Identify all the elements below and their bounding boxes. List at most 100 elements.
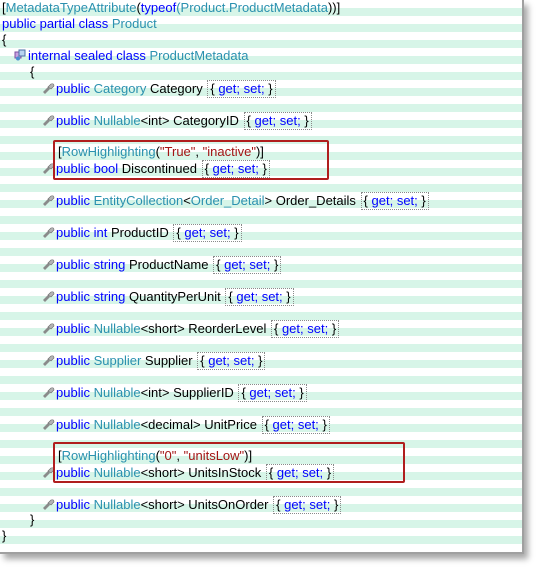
set-accessor: set; — [233, 353, 255, 368]
brace-close: } — [334, 497, 339, 512]
property-type: Nullable — [93, 321, 141, 336]
get-accessor: get; — [208, 353, 230, 368]
generic-open: < — [183, 193, 191, 208]
brace-open: { — [176, 225, 181, 240]
generic-type: Order_Detail — [190, 193, 265, 208]
accessor-block[interactable]: { get; set; } — [360, 192, 429, 210]
property-name: UnitPrice — [204, 417, 257, 432]
get-accessor: get; — [254, 113, 277, 128]
public-keyword: public — [56, 193, 90, 208]
set-accessor: set; — [297, 417, 319, 432]
property-name: SupplierID — [173, 385, 234, 400]
set-accessor: set; — [396, 193, 418, 208]
property-name: UnitsOnOrder — [188, 497, 269, 512]
set-accessor: set; — [249, 257, 271, 272]
class-declaration-line: public partial class Product — [2, 16, 157, 32]
accessor-block[interactable]: { get; set; } — [238, 384, 307, 402]
brace-open: { — [200, 353, 205, 368]
property-type: int — [93, 225, 108, 240]
property-type: Nullable — [93, 385, 141, 400]
inner-close-brace-line: } — [30, 512, 34, 528]
attribute-arg: (Product.ProductMetadata — [176, 0, 328, 15]
public-keyword: public — [56, 257, 90, 272]
class-keyword: class — [78, 16, 109, 31]
property-line: public Nullable<int> SupplierID { get; s… — [42, 384, 308, 402]
public-keyword: public — [56, 225, 90, 240]
public-keyword: public — [56, 321, 90, 336]
get-accessor: get; — [249, 385, 272, 400]
brace-close: } — [322, 417, 327, 432]
brace-open: { — [246, 113, 251, 128]
property-name: Category — [149, 81, 203, 96]
set-accessor: set; — [261, 289, 283, 304]
public-keyword: public — [56, 497, 90, 512]
get-accessor: get; — [281, 321, 304, 336]
code-editor[interactable]: [MetadataTypeAttribute(typeof(Product.Pr… — [0, 0, 524, 554]
brace-open: { — [276, 497, 281, 512]
generic-arg: <short> — [140, 321, 185, 336]
property-wrench-icon — [42, 82, 55, 94]
get-accessor: get; — [272, 417, 295, 432]
accessor-block[interactable]: { get; set; } — [173, 224, 242, 242]
internal-keyword: internal — [28, 48, 71, 63]
public-keyword: public — [2, 16, 36, 31]
property-wrench-icon — [42, 386, 55, 398]
property-wrench-icon — [42, 418, 55, 430]
property-line: public string QuantityPerUnit { get; set… — [42, 288, 295, 306]
set-accessor: set; — [279, 113, 301, 128]
open-brace: { — [2, 32, 7, 47]
accessor-block[interactable]: { get; set; } — [270, 320, 340, 338]
property-name: CategoryID — [173, 113, 239, 128]
brace-open: { — [264, 417, 269, 432]
public-keyword: public — [56, 417, 90, 432]
inner-open-brace: { — [30, 64, 35, 79]
inner-class-declaration-line: internal sealed class ProductMetadata — [14, 48, 248, 64]
generic-arg: <int> — [140, 385, 170, 400]
accessor-block[interactable]: { get; set; } — [243, 112, 312, 130]
set-accessor: set; — [243, 81, 265, 96]
brace-close: } — [234, 225, 239, 240]
brace-open: { — [210, 81, 215, 96]
accessor-block[interactable]: { get; set; } — [261, 416, 330, 434]
generic-arg: <short> — [140, 497, 185, 512]
property-wrench-icon — [42, 290, 55, 302]
property-type: Supplier — [93, 353, 142, 368]
property-name: ProductName — [129, 257, 209, 272]
close-brace-line: } — [2, 528, 6, 544]
attribute-name: MetadataTypeAttribute — [5, 0, 137, 15]
property-line: public EntityCollection<Order_Detail> Or… — [42, 192, 430, 210]
open-brace-line: { — [2, 32, 6, 48]
property-line: public Nullable<short> ReorderLevel { ge… — [42, 320, 340, 338]
brace-close: } — [286, 289, 291, 304]
accessor-block[interactable]: { get; set; } — [273, 496, 342, 514]
property-type: Nullable — [93, 497, 141, 512]
accessor-block[interactable]: { get; set; } — [225, 288, 294, 306]
property-name: QuantityPerUnit — [129, 289, 221, 304]
metadata-attribute-line: [MetadataTypeAttribute(typeof(Product.Pr… — [2, 0, 340, 16]
property-name: ReorderLevel — [188, 321, 267, 336]
inner-class-name: ProductMetadata — [149, 48, 249, 63]
inner-close-brace: } — [30, 512, 35, 527]
brace-open: { — [241, 385, 246, 400]
property-wrench-icon — [42, 258, 55, 270]
accessor-block[interactable]: { get; set; } — [213, 256, 282, 274]
get-accessor: get; — [218, 81, 240, 96]
brace-close: } — [421, 193, 426, 208]
public-keyword: public — [56, 353, 90, 368]
class-icon — [14, 49, 27, 61]
public-keyword: public — [56, 289, 90, 304]
set-accessor: set; — [274, 385, 296, 400]
generic-close: > — [264, 193, 273, 208]
highlight-box-discontinued — [53, 140, 329, 180]
public-keyword: public — [56, 113, 90, 128]
highlight-box-unitsinstock — [53, 442, 405, 483]
property-line: public string ProductName { get; set; } — [42, 256, 282, 274]
generic-arg: <decimal> — [140, 417, 201, 432]
partial-keyword: partial — [39, 16, 76, 31]
accessor-block[interactable]: { get; set; } — [197, 352, 266, 370]
property-type: EntityCollection — [93, 193, 184, 208]
accessor-block[interactable]: { get; set; } — [207, 80, 276, 98]
brace-close: } — [304, 113, 309, 128]
generic-arg: <int> — [140, 113, 170, 128]
inner-open-brace-line: { — [30, 64, 34, 80]
